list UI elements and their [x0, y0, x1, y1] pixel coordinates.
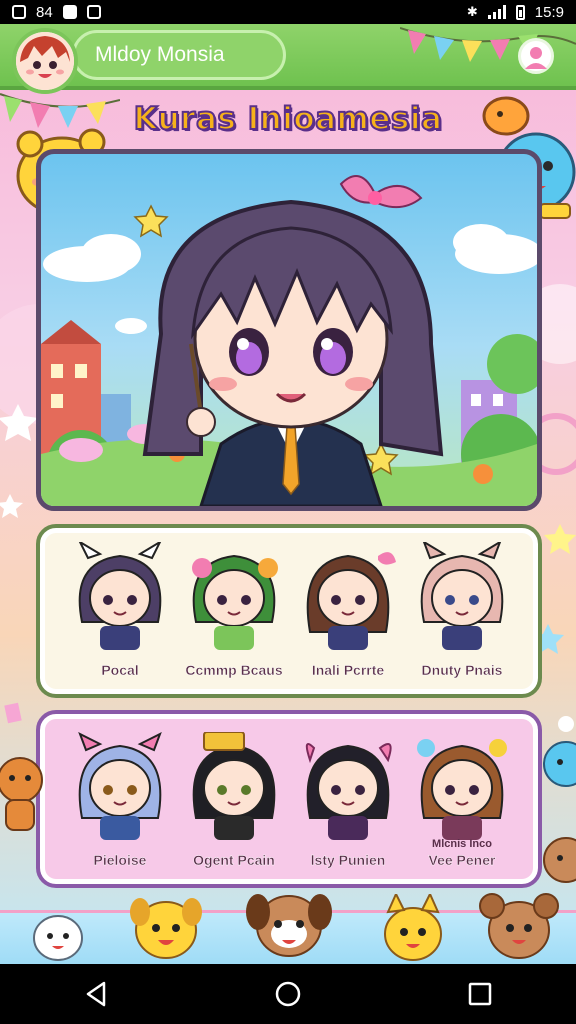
character-card[interactable]: Inali Pcrrte — [288, 542, 408, 682]
character-name: Pocal — [101, 662, 139, 678]
character-portrait — [192, 731, 276, 840]
featured-character-banner[interactable] — [36, 149, 542, 511]
bluetooth-icon: ✱ — [466, 4, 478, 19]
character-roster-row-2: Pieloise Ogent Pcain lsty Punien Mlcnis … — [36, 710, 542, 888]
signal-icon — [487, 5, 506, 19]
character-name: Dnuty Pnais — [421, 662, 503, 678]
character-name: lsty Punien — [310, 852, 386, 868]
yellow-fox-mascot — [384, 894, 442, 961]
game-title-banner: Kuras Inioamesia — [118, 92, 458, 146]
character-subtitle: Mlcnis Inco — [432, 838, 492, 850]
status-left-text: 84 — [36, 3, 53, 21]
brown-dog-mascot-center — [246, 894, 332, 957]
home-button[interactable] — [258, 974, 318, 1014]
player-name-pill[interactable]: Mldoy Monsia — [72, 30, 286, 80]
battery-icon — [515, 4, 525, 20]
status-bar: 84 ✱ 15:9 — [0, 0, 576, 24]
character-name: Pieloise — [93, 852, 147, 868]
character-portrait — [417, 739, 507, 840]
character-portrait — [192, 554, 278, 650]
recents-square-icon — [468, 982, 492, 1006]
character-card[interactable]: Pocal — [60, 539, 180, 682]
orange-dog-mascot-left — [0, 757, 43, 831]
player-avatar[interactable] — [12, 28, 78, 94]
photo-icon — [62, 5, 77, 19]
featured-character-art — [41, 175, 537, 506]
user-icon — [525, 47, 547, 69]
image-icon — [12, 5, 26, 19]
profile-button[interactable] — [518, 38, 554, 74]
game-title: Kuras Inioamesia — [133, 100, 443, 138]
character-name: Ogent Pcain — [193, 852, 275, 868]
character-card[interactable]: Mlcnis Inco Vee Pener — [402, 732, 522, 872]
character-card[interactable]: Ccmmp Bcaus — [174, 542, 294, 682]
system-nav-bar — [0, 964, 576, 1024]
blue-mascot-right — [543, 741, 576, 787]
home-circle-icon — [275, 981, 301, 1007]
game-screen: Mldoy Monsia Kuras Inioamesia Pocal Ccmm… — [0, 24, 576, 964]
character-card[interactable]: lsty Punien — [288, 732, 408, 872]
brown-bear-mascot — [479, 893, 559, 959]
character-portrait — [77, 539, 163, 650]
character-name: Inali Pcrrte — [311, 662, 385, 678]
player-name: Mldoy Monsia — [95, 43, 225, 66]
download-icon — [86, 5, 101, 19]
yellow-dog-mascot — [130, 898, 202, 959]
top-bar: Mldoy Monsia — [0, 24, 576, 90]
character-portrait — [305, 743, 392, 840]
character-card[interactable]: Dnuty Pnais — [402, 539, 522, 682]
character-portrait — [420, 539, 504, 650]
status-time: 15:9 — [534, 3, 564, 21]
character-portrait — [306, 552, 396, 650]
character-portrait — [78, 731, 162, 840]
character-roster-row-1: Pocal Ccmmp Bcaus Inali Pcrrte Dnuty Pna… — [36, 524, 542, 698]
character-card[interactable]: Ogent Pcain — [174, 731, 294, 872]
back-button[interactable] — [66, 974, 126, 1014]
back-triangle-icon — [86, 981, 106, 1007]
character-name: Vee Pener — [428, 852, 496, 868]
recents-button[interactable] — [450, 974, 510, 1014]
character-name: Ccmmp Bcaus — [185, 662, 283, 678]
white-cat-mascot — [33, 915, 83, 961]
status-left: 84 — [12, 4, 101, 21]
character-card[interactable]: Pieloise — [60, 731, 180, 872]
status-right: ✱ 15:9 — [467, 4, 564, 21]
avatar-face-icon — [16, 32, 74, 90]
